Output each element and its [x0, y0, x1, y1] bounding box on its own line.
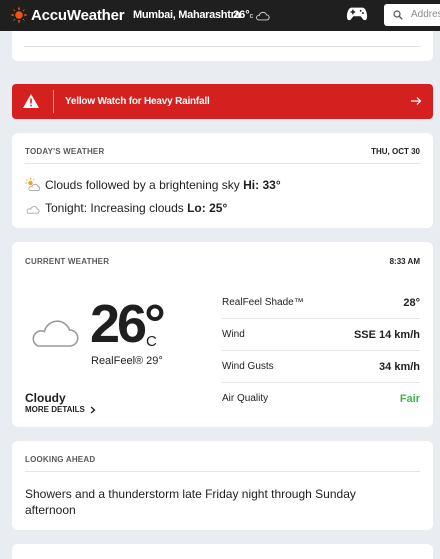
more-details-link[interactable]: MORE DETAILS: [25, 405, 96, 414]
todays-weather-card[interactable]: TODAY'S WEATHER THU, OCT 30 Clouds follo…: [12, 133, 433, 228]
sun-logo-icon: [10, 6, 28, 24]
cloud-icon: [256, 11, 270, 21]
todays-weather-date: THU, OCT 30: [371, 147, 420, 156]
header-temperature[interactable]: 26°c: [233, 9, 253, 21]
current-temp-unit: C: [146, 333, 157, 350]
next-card-partial: [12, 544, 433, 559]
divider: [25, 163, 420, 164]
hi-label: Hi:: [243, 178, 260, 192]
detail-row-realfeel-shade: RealFeel Shade™ 28°: [222, 287, 420, 319]
detail-label: RealFeel Shade™: [222, 297, 304, 308]
more-details-label: MORE DETAILS: [25, 405, 85, 414]
search-input[interactable]: Address: [384, 4, 440, 26]
divider: [24, 46, 421, 47]
detail-row-wind-gusts: Wind Gusts 34 km/h: [222, 351, 420, 383]
detail-label: Wind: [222, 329, 245, 340]
looking-ahead-text: Showers and a thunderstorm late Friday n…: [25, 487, 356, 517]
current-condition: Cloudy: [25, 391, 66, 405]
accuweather-logo[interactable]: AccuWeather: [10, 6, 125, 24]
detail-value: 34 km/h: [379, 361, 420, 373]
detail-row-wind: Wind SSE 14 km/h: [222, 319, 420, 351]
detail-row-air-quality[interactable]: Air Quality Fair: [222, 383, 420, 415]
current-weather-label: CURRENT WEATHER: [25, 257, 110, 266]
search-placeholder: Address: [411, 9, 440, 20]
day-forecast-text: Clouds followed by a brightening sky: [45, 178, 240, 192]
detail-value: SSE 14 km/h: [353, 329, 420, 341]
search-icon: [393, 10, 403, 20]
day-forecast: Clouds followed by a brightening sky Hi:…: [45, 178, 281, 192]
cloudy-icon: [32, 320, 79, 347]
partly-sunny-icon: [25, 178, 41, 192]
chevron-right-icon: [90, 406, 96, 413]
arrow-right-icon: [411, 97, 422, 105]
brand-name: AccuWeather: [31, 6, 125, 24]
detail-value: 28°: [403, 297, 420, 309]
lo-label: Lo:: [187, 201, 206, 215]
night-forecast-text: Tonight: Increasing clouds: [45, 201, 184, 215]
alert-text: Yellow Watch for Heavy Rainfall: [65, 96, 210, 107]
current-weather-card[interactable]: CURRENT WEATHER 8:33 AM 26° C RealFeel® …: [12, 242, 433, 427]
header-temp-value: 26°: [233, 9, 250, 21]
todays-weather-label: TODAY'S WEATHER: [25, 147, 105, 156]
alert-divider: [53, 90, 54, 113]
detail-label: Air Quality: [222, 393, 269, 404]
air-quality-value: Fair: [399, 393, 420, 405]
hi-value: 33°: [262, 178, 281, 192]
current-weather-time: 8:33 AM: [389, 257, 420, 266]
header-location[interactable]: Mumbai, Maharashtra: [133, 9, 241, 21]
warning-icon: [23, 94, 39, 108]
weather-alert-banner[interactable]: Yellow Watch for Heavy Rainfall: [12, 84, 433, 119]
detail-label: Wind Gusts: [222, 361, 274, 372]
divider: [25, 471, 420, 472]
header-temp-unit: c: [249, 13, 254, 20]
lo-value: 25°: [209, 201, 228, 215]
gamepad-icon[interactable]: [346, 4, 368, 24]
top-header: AccuWeather Mumbai, Maharashtra 26°c Add…: [0, 0, 440, 31]
night-forecast: Tonight: Increasing clouds Lo: 25°: [45, 201, 227, 215]
cloudy-night-icon: [26, 206, 40, 214]
realfeel-temperature: RealFeel® 29°: [91, 355, 163, 367]
top-card-partial: [12, 31, 433, 61]
looking-ahead-label: LOOKING AHEAD: [25, 455, 96, 464]
looking-ahead-card[interactable]: LOOKING AHEAD Showers and a thunderstorm…: [12, 441, 433, 530]
